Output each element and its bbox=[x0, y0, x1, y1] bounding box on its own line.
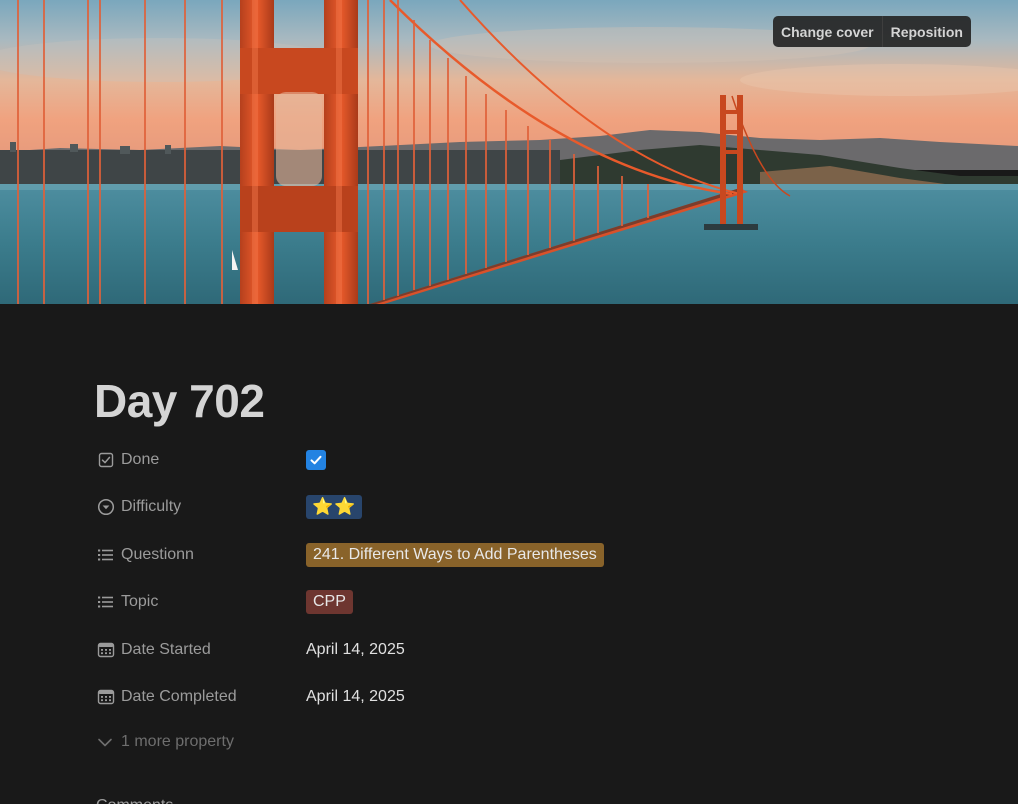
more-properties-toggle[interactable]: 1 more property bbox=[96, 733, 234, 751]
property-label-text: Questionn bbox=[121, 546, 194, 563]
property-value-difficulty: ⭐⭐ bbox=[306, 495, 363, 519]
property-value-date-started[interactable]: April 14, 2025 bbox=[306, 641, 405, 659]
checkmark-icon bbox=[310, 455, 322, 465]
property-row-date-completed: Date Completed April 14, 2025 bbox=[96, 680, 956, 714]
more-properties-label: 1 more property bbox=[121, 733, 234, 750]
cover-controls: Change cover Reposition bbox=[773, 16, 971, 47]
property-value-question: 241. Different Ways to Add Parentheses bbox=[306, 543, 604, 567]
property-label-text: Done bbox=[121, 451, 160, 468]
calendar-icon bbox=[96, 640, 116, 660]
done-checkbox[interactable] bbox=[306, 450, 326, 470]
property-label-date-started[interactable]: Date Started bbox=[96, 640, 306, 660]
property-label-text: Topic bbox=[121, 593, 159, 610]
property-row-topic: Topic CPP bbox=[96, 585, 956, 619]
list-icon bbox=[96, 545, 116, 565]
property-row-difficulty: Difficulty ⭐⭐ bbox=[96, 490, 956, 524]
select-icon bbox=[96, 497, 116, 517]
property-value-topic: CPP bbox=[306, 590, 353, 614]
property-value-done bbox=[306, 450, 326, 470]
page-title[interactable]: Day 702 bbox=[94, 372, 265, 430]
property-label-done[interactable]: Done bbox=[96, 450, 306, 470]
property-label-topic[interactable]: Topic bbox=[96, 592, 306, 612]
property-row-done: Done bbox=[96, 443, 956, 477]
chevron-down-icon bbox=[98, 738, 112, 747]
cover-image: Change cover Reposition bbox=[0, 0, 1018, 304]
notion-page: Change cover Reposition Day 702 Done Dif… bbox=[0, 0, 1018, 804]
property-label-text: Difficulty bbox=[121, 498, 182, 515]
property-label-text: Date Started bbox=[121, 641, 211, 658]
date-started-value: April 14, 2025 bbox=[306, 641, 405, 658]
topic-tag[interactable]: CPP bbox=[306, 590, 353, 614]
property-label-date-completed[interactable]: Date Completed bbox=[96, 687, 306, 707]
difficulty-tag[interactable]: ⭐⭐ bbox=[306, 495, 363, 519]
property-label-text: Date Completed bbox=[121, 688, 237, 705]
property-row-date-started: Date Started April 14, 2025 bbox=[96, 633, 956, 667]
change-cover-button[interactable]: Change cover bbox=[773, 16, 882, 47]
reposition-button[interactable]: Reposition bbox=[881, 16, 971, 47]
property-value-date-completed[interactable]: April 14, 2025 bbox=[306, 688, 405, 706]
list-icon bbox=[96, 592, 116, 612]
property-label-question[interactable]: Questionn bbox=[96, 545, 306, 565]
question-tag[interactable]: 241. Different Ways to Add Parentheses bbox=[306, 543, 604, 567]
calendar-icon bbox=[96, 687, 116, 707]
property-row-question: Questionn 241. Different Ways to Add Par… bbox=[96, 538, 956, 572]
date-completed-value: April 14, 2025 bbox=[306, 688, 405, 705]
comments-heading: Comments bbox=[96, 796, 173, 804]
checkbox-icon bbox=[96, 450, 116, 470]
property-label-difficulty[interactable]: Difficulty bbox=[96, 497, 306, 517]
